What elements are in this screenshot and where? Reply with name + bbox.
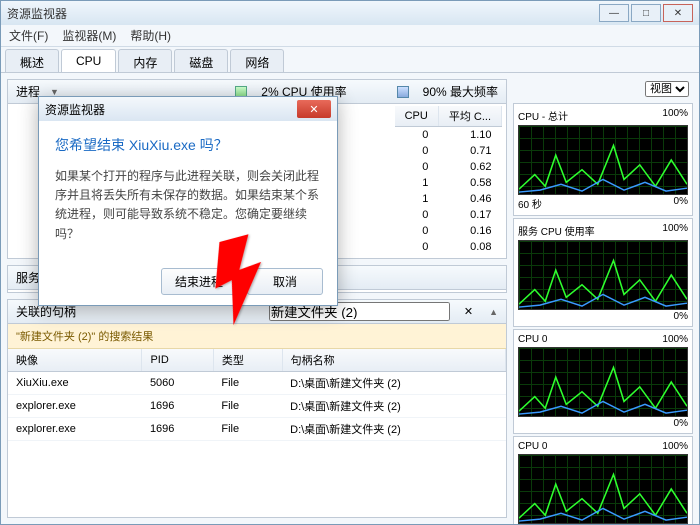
dialog-body: 您希望结束 XiuXiu.exe 吗？ 如果某个打开的程序与此进程关联，则会关闭… bbox=[39, 121, 337, 258]
graph-foot-right: 0% bbox=[674, 196, 688, 211]
max-freq-label: 90% 最大频率 bbox=[423, 83, 498, 100]
process-row[interactable]: 00.08 bbox=[395, 239, 502, 255]
graph-view-selector: 视图 bbox=[513, 79, 693, 99]
end-process-button[interactable]: 结束进程 bbox=[161, 268, 237, 295]
dialog-close-button[interactable]: ✕ bbox=[297, 100, 331, 118]
dialog-question: 您希望结束 XiuXiu.exe 吗？ bbox=[55, 135, 321, 155]
graph-foot-right: 0% bbox=[674, 311, 688, 322]
process-row[interactable]: 01.10 bbox=[395, 127, 502, 144]
window-title: 资源监视器 bbox=[7, 5, 67, 22]
titlebar[interactable]: 资源监视器 — □ ✕ bbox=[1, 1, 699, 25]
tab-network[interactable]: 网络 bbox=[230, 49, 284, 72]
tab-cpu[interactable]: CPU bbox=[61, 49, 116, 72]
col-image[interactable]: 映像 bbox=[8, 349, 142, 372]
tab-overview[interactable]: 概述 bbox=[5, 49, 59, 72]
graph-2: CPU 0 100% 0% bbox=[513, 329, 693, 434]
handles-table: 映像 PID 类型 句柄名称 XiuXiu.exe5060FileD:\桌面\新… bbox=[8, 349, 506, 441]
chevron-down-icon: ▲ bbox=[489, 307, 498, 317]
confirm-dialog: 资源监视器 ✕ 您希望结束 XiuXiu.exe 吗？ 如果某个打开的程序与此进… bbox=[38, 96, 338, 306]
graph-canvas bbox=[518, 125, 688, 195]
graph-foot-right: 0% bbox=[674, 418, 688, 429]
chevron-down-icon: ▼ bbox=[50, 87, 59, 97]
dialog-titlebar[interactable]: 资源监视器 ✕ bbox=[39, 97, 337, 121]
col-avg[interactable]: 平均 C... bbox=[438, 106, 501, 127]
close-button[interactable]: ✕ bbox=[663, 4, 693, 22]
process-row[interactable]: 10.58 bbox=[395, 175, 502, 191]
tabs: 概述 CPU 内存 磁盘 网络 bbox=[1, 47, 699, 73]
graph-0: CPU - 总计 100% 60 秒 0% bbox=[513, 103, 693, 216]
minimize-button[interactable]: — bbox=[599, 4, 629, 22]
process-table-partial: CPU平均 C... 01.1000.7100.6210.5810.4600.1… bbox=[395, 106, 502, 255]
col-type[interactable]: 类型 bbox=[213, 349, 282, 372]
dialog-message: 如果某个打开的程序与此进程关联，则会关闭此程序并且将丢失所有未保存的数据。如果结… bbox=[55, 167, 321, 244]
right-column: 视图 CPU - 总计 100% 60 秒 0% 服务 CPU 使用率 100% 0%… bbox=[513, 79, 693, 518]
max-freq-icon bbox=[397, 86, 409, 98]
menu-file[interactable]: 文件(F) bbox=[9, 27, 48, 44]
services-title: 服务 bbox=[16, 269, 40, 286]
graph-title: CPU 0 bbox=[518, 334, 547, 345]
tab-memory[interactable]: 内存 bbox=[118, 49, 172, 72]
cancel-button[interactable]: 取消 bbox=[247, 268, 323, 295]
menubar: 文件(F) 监视器(M) 帮助(H) bbox=[1, 25, 699, 47]
process-row[interactable]: 00.62 bbox=[395, 159, 502, 175]
dialog-title: 资源监视器 bbox=[45, 101, 105, 118]
search-clear-icon[interactable]: ✕ bbox=[464, 305, 473, 318]
graph-1: 服务 CPU 使用率 100% 0% bbox=[513, 218, 693, 327]
dialog-buttons: 结束进程 取消 bbox=[39, 258, 337, 305]
menu-monitor[interactable]: 监视器(M) bbox=[62, 27, 116, 44]
handle-row[interactable]: XiuXiu.exe5060FileD:\桌面\新建文件夹 (2) bbox=[8, 372, 506, 395]
graph-title: 服务 CPU 使用率 bbox=[518, 223, 595, 238]
graph-max: 100% bbox=[662, 223, 688, 238]
graph-canvas bbox=[518, 454, 688, 524]
graph-max: 100% bbox=[662, 441, 688, 452]
graph-title: CPU - 总计 bbox=[518, 108, 568, 123]
graph-foot-left: 60 秒 bbox=[518, 196, 542, 211]
graph-max: 100% bbox=[662, 108, 688, 123]
handle-row[interactable]: explorer.exe1696FileD:\桌面\新建文件夹 (2) bbox=[8, 418, 506, 441]
tab-disk[interactable]: 磁盘 bbox=[174, 49, 228, 72]
graph-title: CPU 0 bbox=[518, 441, 547, 452]
view-dropdown[interactable]: 视图 bbox=[645, 81, 689, 97]
maximize-button[interactable]: □ bbox=[631, 4, 661, 22]
process-row[interactable]: 00.17 bbox=[395, 207, 502, 223]
process-row[interactable]: 10.46 bbox=[395, 191, 502, 207]
graph-max: 100% bbox=[662, 334, 688, 345]
col-pid[interactable]: PID bbox=[142, 349, 213, 372]
graph-3: CPU 0100% 0% bbox=[513, 436, 693, 524]
search-results-label: "新建文件夹 (2)" 的搜索结果 bbox=[8, 324, 506, 349]
menu-help[interactable]: 帮助(H) bbox=[130, 27, 171, 44]
col-handle-name[interactable]: 句柄名称 bbox=[282, 349, 505, 372]
handle-row[interactable]: explorer.exe1696FileD:\桌面\新建文件夹 (2) bbox=[8, 395, 506, 418]
process-row[interactable]: 00.71 bbox=[395, 143, 502, 159]
processes-title: 进程 bbox=[16, 83, 40, 100]
process-row[interactable]: 00.16 bbox=[395, 223, 502, 239]
graph-canvas bbox=[518, 240, 688, 310]
graph-canvas bbox=[518, 347, 688, 417]
col-cpu[interactable]: CPU bbox=[395, 106, 439, 127]
handles-panel: 关联的句柄 ✕ ▲ "新建文件夹 (2)" 的搜索结果 映像 PID 类型 句柄… bbox=[7, 299, 507, 518]
